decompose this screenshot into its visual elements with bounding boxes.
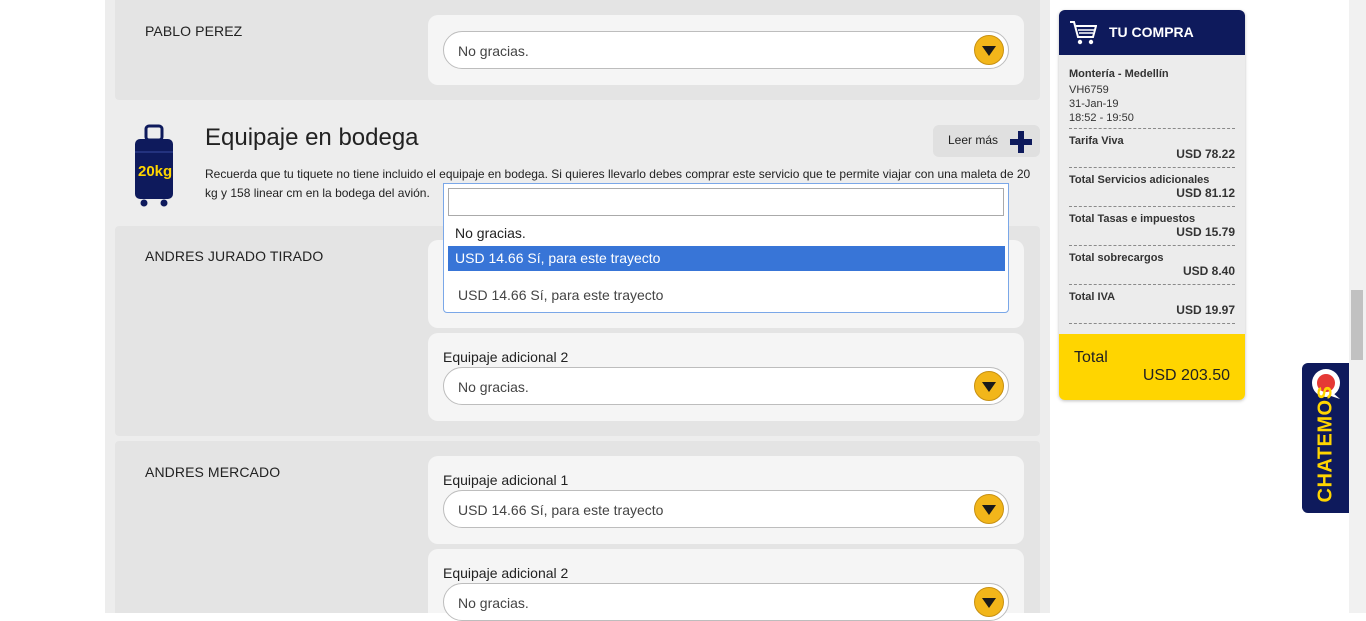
divider <box>1069 167 1235 168</box>
baggage-label: Equipaje adicional 1 <box>443 472 569 488</box>
baggage-label: Equipaje adicional 2 <box>443 565 569 581</box>
summary-row-value: USD 15.79 <box>1176 225 1235 239</box>
plus-icon <box>1010 131 1032 153</box>
select-value: No gracias. <box>458 379 529 395</box>
summary-row-value: USD 78.22 <box>1176 147 1235 161</box>
baggage-select[interactable]: USD 14.66 Sí, para este trayecto <box>443 274 1009 313</box>
svg-text:20kg: 20kg <box>138 163 172 180</box>
passenger-name: ANDRES JURADO TIRADO <box>145 248 324 264</box>
read-more-button[interactable]: Leer más <box>933 125 1040 157</box>
baggage-select[interactable]: No gracias. <box>443 367 1009 405</box>
divider <box>1069 323 1235 324</box>
passenger-name: ANDRES MERCADO <box>145 464 281 480</box>
total-label: Total <box>1074 349 1108 366</box>
select-value: USD 14.66 Sí, para este trayecto <box>458 287 664 303</box>
passenger-name: PABLO PEREZ <box>145 23 243 39</box>
flight-time: 18:52 - 19:50 <box>1069 112 1134 124</box>
select-value: USD 14.66 Sí, para este trayecto <box>458 502 664 518</box>
dropdown-arrow-icon[interactable] <box>974 35 1004 65</box>
select-value: No gracias. <box>458 43 529 59</box>
baggage-select[interactable]: USD 14.66 Sí, para este trayecto <box>443 490 1009 528</box>
baggage-select[interactable]: No gracias. <box>443 583 1009 621</box>
page-scrollbar[interactable] <box>1349 0 1366 613</box>
read-more-label: Leer más <box>948 133 999 147</box>
summary-row-label: Tarifa Viva <box>1069 135 1124 147</box>
summary-row-label: Total Tasas e impuestos <box>1069 213 1196 225</box>
flight-number: VH6759 <box>1069 84 1109 96</box>
route: Montería - Medellín <box>1069 68 1169 80</box>
chat-label: CHATEMOS <box>1314 385 1337 503</box>
summary-title: TU COMPRA <box>1109 24 1194 40</box>
shopping-cart-icon <box>1070 21 1097 45</box>
divider <box>1069 245 1235 246</box>
summary-total: Total USD 203.50 <box>1059 334 1245 400</box>
summary-row-label: Total Servicios adicionales <box>1069 174 1210 186</box>
baggage-select[interactable]: No gracias. <box>443 31 1009 69</box>
dropdown-option-highlighted[interactable]: USD 14.66 Sí, para este trayecto <box>448 246 1005 271</box>
summary-row-value: USD 8.40 <box>1182 264 1235 278</box>
baggage-title: Equipaje en bodega <box>205 124 419 151</box>
summary-row: Total Servicios adicionales USD 81.12 <box>1069 174 1235 200</box>
divider <box>1069 128 1235 129</box>
divider <box>1069 206 1235 207</box>
select-value: No gracias. <box>458 595 529 611</box>
summary-row: Total sobrecargos USD 8.40 <box>1069 252 1235 278</box>
summary-row: Total Tasas e impuestos USD 15.79 <box>1069 213 1235 239</box>
baggage-label: Equipaje adicional 2 <box>443 349 569 365</box>
summary-row-label: Total sobrecargos <box>1069 252 1164 264</box>
dropdown-option-label: USD 14.66 Sí, para este trayecto <box>455 250 661 266</box>
dropdown-arrow-icon[interactable] <box>974 371 1004 401</box>
summary-header: TU COMPRA <box>1059 10 1245 55</box>
dropdown-search-input[interactable] <box>448 188 1004 216</box>
summary-row: Total IVA USD 19.97 <box>1069 291 1235 317</box>
summary-row-value: USD 19.97 <box>1176 303 1235 317</box>
summary-row: Tarifa Viva USD 78.22 <box>1069 135 1235 161</box>
dropdown-option[interactable]: No gracias. <box>455 225 526 241</box>
divider <box>1069 284 1235 285</box>
summary-row-label: Total IVA <box>1069 291 1116 303</box>
summary-row-value: USD 81.12 <box>1176 186 1235 200</box>
dropdown-list: No gracias. USD 14.66 Sí, para este tray… <box>443 183 1009 275</box>
chat-widget-button[interactable]: CHATEMOS <box>1302 363 1350 513</box>
scrollbar-thumb[interactable] <box>1351 290 1363 360</box>
suitcase-20kg-icon: 20kg <box>135 124 173 207</box>
flight-date: 31-Jan-19 <box>1069 98 1119 110</box>
dropdown-arrow-icon[interactable] <box>974 494 1004 524</box>
total-value: USD 203.50 <box>1142 367 1230 384</box>
